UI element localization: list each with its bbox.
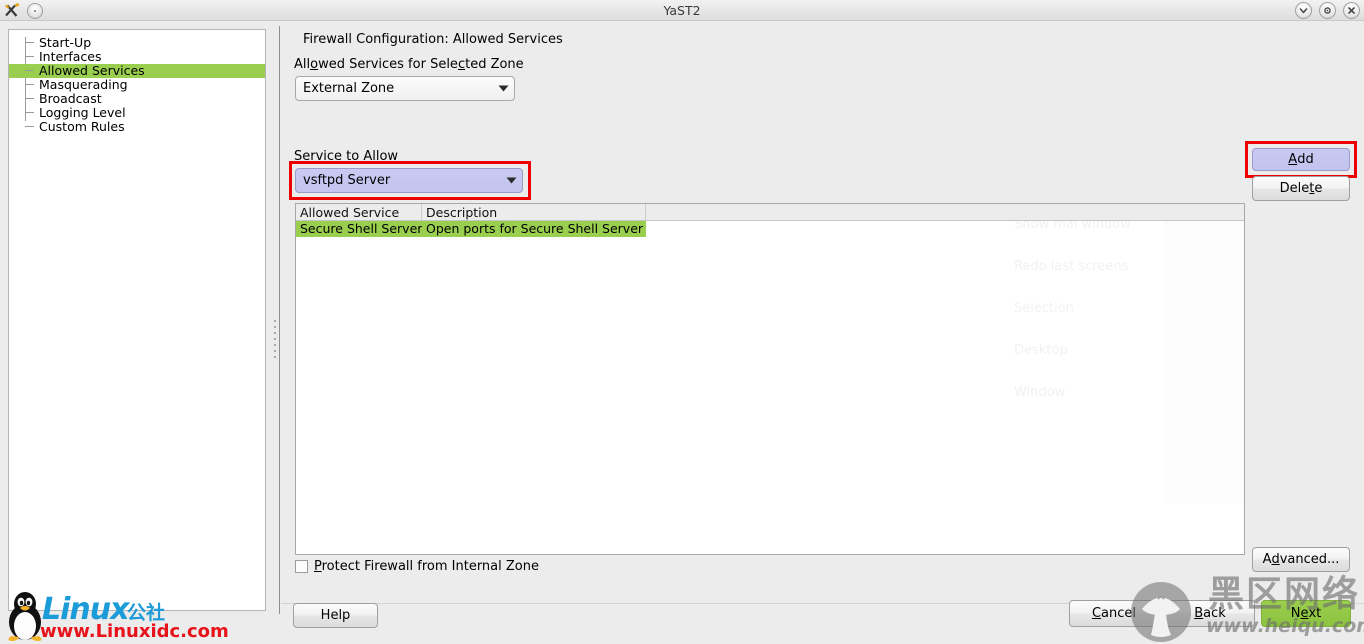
next-button-label-post: xt xyxy=(1308,606,1322,621)
protect-firewall-label-post: rotect Firewall from Internal Zone xyxy=(321,559,539,574)
sidebar-item-label: Allowed Services xyxy=(39,63,145,78)
add-button-label-post: dd xyxy=(1297,152,1314,167)
sidebar-item-label: Interfaces xyxy=(39,49,102,64)
back-button-label-post: ack xyxy=(1203,606,1226,621)
add-button-mnemonic: A xyxy=(1288,152,1298,167)
sidebar-item-label: Masquerading xyxy=(39,77,128,92)
sidebar-item-label: Start-Up xyxy=(39,35,92,50)
navigation-tree[interactable]: Start-Up Interfaces Allowed Services Mas… xyxy=(8,29,266,611)
window-controls xyxy=(1295,2,1360,19)
help-button-label: Help xyxy=(320,608,351,623)
tree-branch-icon xyxy=(25,112,34,113)
sidebar-item-custom-rules[interactable]: Custom Rules xyxy=(9,120,265,134)
service-label: Service to Allow xyxy=(294,149,399,164)
service-select-value: vsftpd Server xyxy=(303,173,391,188)
next-button[interactable]: Ne xt xyxy=(1261,600,1351,627)
linuxidc-url: www.Linuxidc.com xyxy=(40,621,229,642)
page-title: Firewall Configuration: Allowed Services xyxy=(303,32,563,47)
cell-allowed-service: Secure Shell Server xyxy=(296,221,422,237)
tree-branch-icon xyxy=(25,56,34,57)
cell-description: Open ports for Secure Shell Server xyxy=(422,221,646,237)
advanced-button[interactable]: Ad vanced... xyxy=(1252,547,1350,572)
protect-firewall-checkbox-row[interactable]: Protect Firewall from Internal Zone xyxy=(295,559,539,574)
ghost-menu-item: Window xyxy=(1014,385,1066,400)
minimize-button[interactable] xyxy=(1295,2,1312,19)
advanced-button-mnemonic: d xyxy=(1271,552,1280,567)
panel-divider xyxy=(279,26,280,614)
next-button-mnemonic: e xyxy=(1300,606,1309,621)
tree-branch-icon xyxy=(25,70,34,71)
column-header-allowed-service[interactable]: Allowed Service xyxy=(296,204,422,220)
back-button[interactable]: Back xyxy=(1165,600,1255,627)
add-button[interactable]: Add xyxy=(1252,148,1350,171)
protect-firewall-label: Protect Firewall from Internal Zone xyxy=(314,559,539,574)
delete-button-label-post: e xyxy=(1314,181,1323,196)
close-button[interactable] xyxy=(1343,2,1360,19)
zone-label: Allowed Services for Selected Zone xyxy=(294,57,524,72)
maximize-button[interactable] xyxy=(1319,2,1336,19)
allowed-services-table[interactable]: Show mai window Redo last screens Select… xyxy=(295,203,1245,555)
zone-label-part: ted Zone xyxy=(465,57,524,72)
sidebar-item-label: Logging Level xyxy=(39,105,126,120)
advanced-button-label-pre: A xyxy=(1262,552,1272,567)
tree-branch-icon xyxy=(25,42,34,43)
sidebar-item-label: Broadcast xyxy=(39,91,102,106)
tree-branch-icon xyxy=(25,126,34,127)
column-header-filler xyxy=(646,204,1244,220)
sidebar-item-allowed-services[interactable]: Allowed Services xyxy=(9,64,265,78)
table-header: Allowed Service Description xyxy=(296,204,1244,221)
protect-firewall-checkbox[interactable] xyxy=(295,560,308,573)
ghost-menu-item: Desktop xyxy=(1014,343,1068,358)
zone-select-value: External Zone xyxy=(303,81,395,96)
sidebar-item-label: Custom Rules xyxy=(39,119,125,134)
cancel-button[interactable]: Cancel xyxy=(1069,600,1159,627)
chevron-down-icon xyxy=(500,177,522,184)
help-button[interactable]: Help xyxy=(293,603,378,628)
cancel-button-label-post: ancel xyxy=(1101,606,1137,621)
ghost-menu-item: Redo last screens xyxy=(1014,259,1129,274)
protect-firewall-mnemonic: P xyxy=(314,559,322,574)
cancel-button-mnemonic: C xyxy=(1091,606,1102,621)
zone-label-mnemonic: o xyxy=(310,57,319,72)
ghost-menu-artifact: Show mai window Redo last screens Select… xyxy=(984,204,1244,504)
sidebar-item-masquerading[interactable]: Masquerading xyxy=(9,78,265,92)
zone-label-part: wed Services for Sele xyxy=(318,57,458,72)
tree-branch-icon xyxy=(25,98,34,99)
table-row[interactable]: Secure Shell Server Open ports for Secur… xyxy=(296,221,1244,237)
back-button-mnemonic: B xyxy=(1194,606,1204,621)
delete-button[interactable]: Dele t e xyxy=(1252,176,1350,201)
sidebar-item-interfaces[interactable]: Interfaces xyxy=(9,50,265,64)
delete-button-label-pre: Dele xyxy=(1279,181,1310,196)
service-select[interactable]: vsftpd Server xyxy=(295,168,523,193)
advanced-button-label-post: vanced... xyxy=(1279,552,1340,567)
content-pane: Firewall Configuration: Allowed Services… xyxy=(281,22,1364,644)
sidebar-item-broadcast[interactable]: Broadcast xyxy=(9,92,265,106)
zone-select[interactable]: External Zone xyxy=(295,76,515,101)
ghost-menu-item: Selection xyxy=(1014,301,1074,316)
title-bar: YaST2 xyxy=(0,0,1364,21)
column-header-description[interactable]: Description xyxy=(422,204,646,220)
chevron-down-icon xyxy=(492,85,514,92)
yast-window: YaST2 Start-Up Interfaces Allowed Servic… xyxy=(0,0,1364,644)
next-button-label-pre: N xyxy=(1290,606,1301,621)
tree-branch-icon xyxy=(25,84,34,85)
sidebar-item-logging-level[interactable]: Logging Level xyxy=(9,106,265,120)
zone-label-part: All xyxy=(294,57,311,72)
window-title: YaST2 xyxy=(663,3,701,18)
splitter-grip-icon[interactable] xyxy=(274,320,277,358)
sidebar-item-start-up[interactable]: Start-Up xyxy=(9,36,265,50)
